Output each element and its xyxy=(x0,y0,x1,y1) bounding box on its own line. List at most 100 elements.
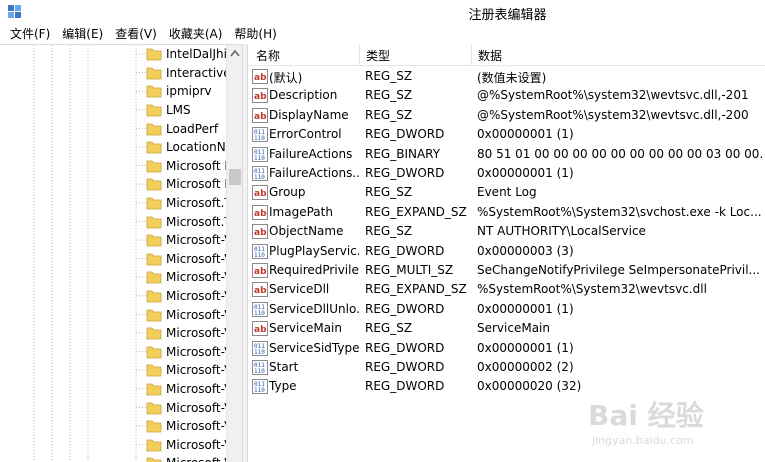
tree-item[interactable]: Microsoft-V xyxy=(146,324,226,343)
tree-item[interactable]: Interactive xyxy=(146,64,226,83)
tree-item[interactable]: Microsoft-V xyxy=(146,231,226,250)
list-item[interactable]: 011 110 ErrorControl REG_DWORD 0x00000001 (1… xyxy=(248,125,765,144)
folder-icon xyxy=(146,123,162,136)
menu-favorites[interactable]: 收藏夹(A) xyxy=(163,25,229,43)
list-item[interactable]: 011 110 Start REG_DWORD 0x00000002 (2) xyxy=(248,358,765,377)
folder-icon xyxy=(146,365,162,377)
list-item[interactable]: 011 110 PlugPlayServic... REG_DWORD 0x000000… xyxy=(248,242,765,261)
scroll-up-arrow-icon[interactable] xyxy=(230,49,240,57)
baidu-watermark: Bai 经验 jingyan.baidu.com xyxy=(588,394,758,458)
tree-item-label: ipmiprv xyxy=(166,84,212,99)
value-type: REG_DWORD xyxy=(365,379,445,394)
registry-tree[interactable]: IntelDalJhi Interactive ipmiprv LMS LoadPerf… xyxy=(0,44,242,462)
svg-text:110: 110 xyxy=(254,135,265,142)
value-data: ServiceMain xyxy=(477,321,550,336)
value-type: REG_MULTI_SZ xyxy=(365,263,454,277)
svg-text:110: 110 xyxy=(254,368,265,375)
value-name: Type xyxy=(269,379,297,394)
list-item[interactable]: ab (默认) REG_SZ (数值未设置) xyxy=(248,67,765,86)
list-item[interactable]: 011 110 ServiceDllUnlo... REG_DWORD 0x000000… xyxy=(248,300,765,319)
tree-item-label: Microsoft-V xyxy=(166,251,226,266)
tree-item[interactable]: Microsoft.T xyxy=(146,212,226,231)
folder-icon xyxy=(146,141,162,154)
scrollbar-thumb[interactable] xyxy=(229,169,241,185)
value-name: Description xyxy=(269,88,338,103)
tree-item[interactable]: Microsoft-V xyxy=(146,454,226,462)
binary-value-icon: 011110 xyxy=(252,146,268,162)
folder-icon xyxy=(146,458,162,462)
svg-text:ab: ab xyxy=(254,189,267,199)
menu-file[interactable]: 文件(F) xyxy=(4,25,56,43)
folder-icon xyxy=(146,197,162,210)
menu-help[interactable]: 帮助(H) xyxy=(228,25,282,43)
tree-item-label: Microsoft-V xyxy=(166,456,226,462)
tree-item[interactable]: Microsoft-V xyxy=(146,380,226,399)
binary-value-icon: 011110 xyxy=(252,340,268,356)
tree-item-label: Microsoft-V xyxy=(166,289,226,304)
menu-view[interactable]: 查看(V) xyxy=(109,25,163,43)
list-item[interactable]: ab Description REG_SZ @%SystemRoot%\system3… xyxy=(248,86,765,105)
binary-value-icon: 011110 xyxy=(252,243,268,259)
folder-icon xyxy=(146,420,162,433)
tree-item[interactable]: Microsoft-V xyxy=(146,343,226,362)
tree-item[interactable]: ipmiprv xyxy=(146,82,226,101)
list-item[interactable]: abRequiredPrivile... REG_MULTI_SZ SeChange… xyxy=(248,261,765,280)
list-item[interactable]: ab ImagePath REG_EXPAND_SZ %SystemRoot%\Sys… xyxy=(248,203,765,222)
column-header-data[interactable]: 数据 xyxy=(478,47,502,64)
menu-edit[interactable]: 编辑(E) xyxy=(56,25,109,43)
tree-guide-lines xyxy=(33,45,146,462)
value-name: ObjectName xyxy=(269,224,344,239)
tree-item-label: LoadPerf xyxy=(166,121,219,136)
string-value-icon: ab xyxy=(252,204,268,220)
tree-item[interactable]: Microsoft-V xyxy=(146,268,226,287)
list-item[interactable]: ab ObjectName REG_SZ NT AUTHORITY\LocalServ… xyxy=(248,222,765,241)
tree-item-label: LocationNo xyxy=(166,140,226,155)
column-header-type[interactable]: 类型 xyxy=(366,47,390,64)
tree-item[interactable]: Microsoft I xyxy=(146,175,226,194)
column-header-name[interactable]: 名称 xyxy=(256,47,280,64)
tree-item[interactable]: Microsoft-V xyxy=(146,305,226,324)
watermark-logo-text: Bai 经验 xyxy=(588,399,704,432)
value-type: REG_EXPAND_SZ xyxy=(365,282,467,297)
value-data: NT AUTHORITY\LocalService xyxy=(477,224,646,239)
value-data: 0x00000003 (3) xyxy=(477,243,574,258)
folder-icon xyxy=(146,346,162,359)
value-type: REG_SZ xyxy=(365,69,413,83)
value-type: REG_SZ xyxy=(365,107,413,122)
tree-item-label: Microsoft-V xyxy=(166,437,226,452)
tree-item-label: Microsoft-V xyxy=(166,344,226,359)
value-name: ServiceDllUnlo... xyxy=(269,301,359,316)
list-item[interactable]: ab ServiceMain REG_SZ ServiceMain xyxy=(248,319,765,338)
tree-item[interactable]: Microsoft I xyxy=(146,157,226,176)
tree-item[interactable]: IntelDalJhi xyxy=(146,45,226,64)
tree-item[interactable]: LMS xyxy=(146,101,226,120)
svg-text:ab: ab xyxy=(254,286,267,296)
value-data: @%SystemRoot%\system32\wevtsvc.dll,-201 xyxy=(477,88,749,103)
list-item[interactable]: ab DisplayName REG_SZ @%SystemRoot%\system3… xyxy=(248,106,765,125)
tree-item[interactable]: Microsoft-V xyxy=(146,361,226,380)
value-name: DisplayName xyxy=(269,107,349,122)
tree-item[interactable]: Microsoft.T xyxy=(146,194,226,213)
column-separator[interactable] xyxy=(359,44,360,66)
tree-item[interactable]: Microsoft-V xyxy=(146,417,226,436)
column-separator[interactable] xyxy=(471,44,472,66)
list-item[interactable]: 011 110 FailureActions... REG_DWORD 0x000000… xyxy=(248,164,765,183)
list-item[interactable]: ab Group REG_SZ Event Log xyxy=(248,183,765,202)
folder-icon xyxy=(146,272,162,284)
menu-bar: 文件(F) 编辑(E) 查看(V) 收藏夹(A) 帮助(H) xyxy=(0,24,765,44)
tree-item[interactable]: Microsoft-V xyxy=(146,287,226,306)
folder-icon xyxy=(146,104,162,117)
value-type: REG_DWORD xyxy=(365,360,445,374)
binary-value-icon: 011110 xyxy=(252,360,268,375)
tree-item[interactable]: Microsoft-V xyxy=(146,398,226,417)
list-item[interactable]: 011 110 ServiceSidType REG_DWORD 0x00000001 … xyxy=(248,339,765,358)
tree-item[interactable]: LoadPerf xyxy=(146,119,226,138)
tree-scrollbar[interactable] xyxy=(226,45,242,462)
list-item[interactable]: ab ServiceDll REG_EXPAND_SZ %SystemRoot%\Sy… xyxy=(248,280,765,299)
tree-item[interactable]: LocationNo xyxy=(146,138,226,157)
tree-item[interactable]: Microsoft-V xyxy=(146,436,226,455)
tree-item-label: Microsoft.T xyxy=(166,214,226,229)
list-item[interactable]: 011 110 FailureActions REG_BINARY 80 51 01 0… xyxy=(248,145,765,164)
value-type: REG_SZ xyxy=(365,185,413,200)
tree-item[interactable]: Microsoft-V xyxy=(146,250,226,269)
